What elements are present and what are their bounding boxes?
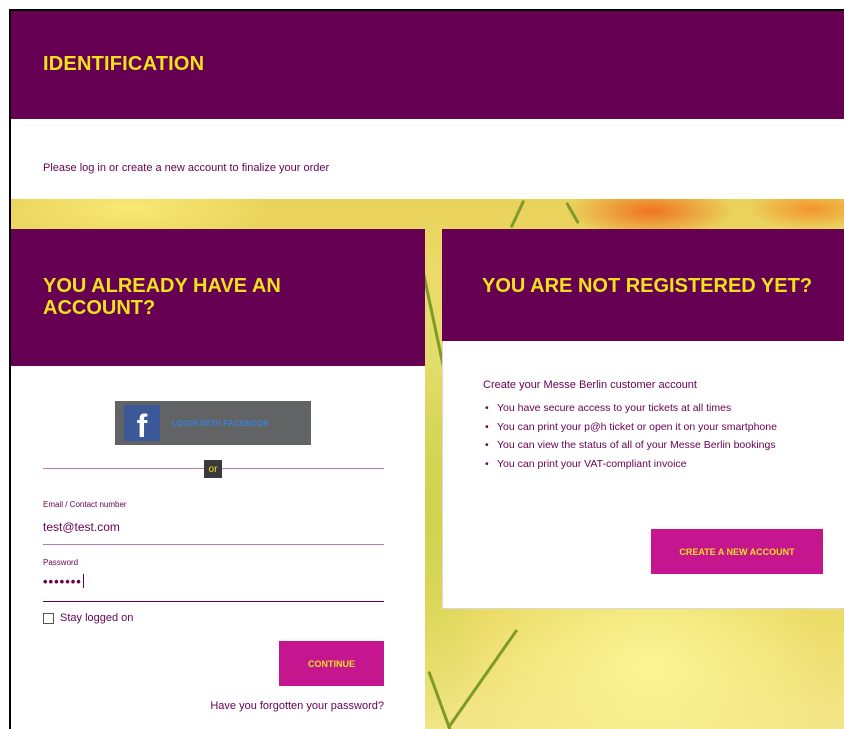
register-lead-text: Create your Messe Berlin customer accoun… xyxy=(483,379,697,391)
register-panel: YOU ARE NOT REGISTERED YET? Create your … xyxy=(442,229,844,609)
intro-section: Please log in or create a new account to… xyxy=(11,119,844,199)
password-value: ••••••• xyxy=(43,574,82,589)
forgot-password-link[interactable]: Have you forgotten your password? xyxy=(210,700,384,712)
password-field[interactable]: ••••••• xyxy=(43,574,84,589)
login-panel-header: YOU ALREADY HAVE AN ACCOUNT? xyxy=(11,229,425,366)
facebook-icon: f xyxy=(124,405,160,441)
or-separator: or xyxy=(204,460,222,478)
decorative-stem xyxy=(565,201,580,225)
facebook-login-label: LOGIN WITH FACEBOOK xyxy=(172,418,270,428)
login-form: f LOGIN WITH FACEBOOK or Email / Contact… xyxy=(11,366,425,729)
register-heading: YOU ARE NOT REGISTERED YET? xyxy=(482,275,813,297)
email-label: Email / Contact number xyxy=(43,500,127,509)
continue-button[interactable]: CONTINUE xyxy=(279,641,384,686)
stay-logged-checkbox[interactable] xyxy=(43,612,54,624)
facebook-login-button[interactable]: f LOGIN WITH FACEBOOK xyxy=(115,401,311,445)
page-title: IDENTIFICATION xyxy=(43,53,205,75)
register-panel-header: YOU ARE NOT REGISTERED YET? xyxy=(442,229,844,341)
create-account-button[interactable]: CREATE A NEW ACCOUNT xyxy=(651,529,823,574)
intro-text: Please log in or create a new account to… xyxy=(43,162,330,174)
login-heading: YOU ALREADY HAVE AN ACCOUNT? xyxy=(43,275,281,319)
login-panel: YOU ALREADY HAVE AN ACCOUNT? f LOGIN WIT… xyxy=(11,229,425,729)
benefits-list: You have secure access to your tickets a… xyxy=(483,399,777,473)
list-item: You can print your VAT-compliant invoice xyxy=(483,455,777,474)
text-caret xyxy=(82,574,84,588)
list-item: You can print your p@h ticket or open it… xyxy=(483,418,777,437)
email-field[interactable] xyxy=(43,516,384,538)
list-item: You can view the status of all of your M… xyxy=(483,436,777,455)
list-item: You have secure access to your tickets a… xyxy=(483,399,777,418)
password-label: Password xyxy=(43,558,79,567)
stay-logged-label: Stay logged on xyxy=(60,612,134,624)
register-content: Create your Messe Berlin customer accoun… xyxy=(442,341,844,609)
decorative-stem xyxy=(446,628,519,729)
decorative-stem xyxy=(509,199,526,229)
page-frame: IDENTIFICATION Please log in or create a… xyxy=(9,9,844,729)
stay-logged-option[interactable]: Stay logged on xyxy=(43,612,133,624)
password-underline xyxy=(43,601,384,602)
email-underline xyxy=(43,544,384,545)
page-header: IDENTIFICATION xyxy=(11,11,844,119)
